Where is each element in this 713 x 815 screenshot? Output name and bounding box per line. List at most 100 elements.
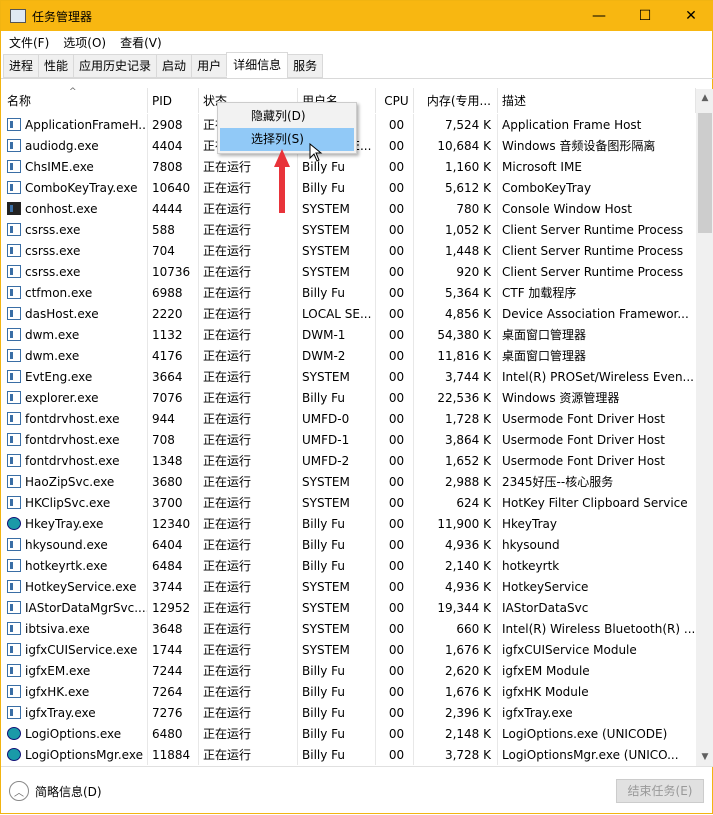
table-row[interactable]: dasHost.exe 2220 正在运行 LOCAL SE... 00 4,856 K D… [1,303,696,324]
cell-status: 正在运行 [199,618,298,639]
process-icon [7,391,21,404]
table-row[interactable]: conhost.exe 4444 正在运行 SYSTEM 00 780 K Console … [1,198,696,219]
end-task-button[interactable]: 结束任务(E) [616,779,704,803]
cell-status: 正在运行 [199,723,298,744]
table-row[interactable]: HkeyTray.exe 12340 正在运行 Billy Fu 00 11,900 K H… [1,513,696,534]
cell-text: 00 [388,369,405,384]
cell-text: 正在运行 [203,559,252,573]
tab-app-history[interactable]: 应用历史记录 [73,54,158,78]
table-row[interactable]: HotkeyService.exe 3744 正在运行 SYSTEM 00 4,936 K… [1,576,696,597]
vertical-scrollbar[interactable]: ▲ ▼ [696,89,713,766]
table-row[interactable]: LogiOptions.exe 6480 正在运行 Billy Fu 00 2,148 K… [1,723,696,744]
table-row[interactable]: fontdrvhost.exe 708 正在运行 UMFD-1 00 3,864 K Use… [1,429,696,450]
close-button[interactable]: ✕ [668,1,713,31]
cell-process-name: igfxCUIService.exe [1,639,148,660]
table-row[interactable]: LogiOptionsMgr.exe 11884 正在运行 Billy Fu 00 3,7… [1,744,696,765]
maximize-button[interactable]: ☐ [622,1,668,31]
minimize-button[interactable]: — [576,1,622,31]
cell-username: Billy Fu [298,744,376,765]
table-row[interactable]: hkysound.exe 6404 正在运行 Billy Fu 00 4,936 K hky… [1,534,696,555]
table-row[interactable]: csrss.exe 704 正在运行 SYSTEM 00 1,448 K Client Se… [1,240,696,261]
tab-details[interactable]: 详细信息 [226,52,289,77]
cell-status: 正在运行 [199,576,298,597]
cell-process-name: csrss.exe [1,219,148,240]
table-row[interactable]: hotkeyrtk.exe 6484 正在运行 Billy Fu 00 2,140 K ho… [1,555,696,576]
column-header-pid[interactable]: PID [148,88,199,113]
table-row[interactable]: EvtEng.exe 3664 正在运行 SYSTEM 00 3,744 K Intel(R… [1,366,696,387]
table-row[interactable]: csrss.exe 10736 正在运行 SYSTEM 00 920 K Client Se… [1,261,696,282]
cell-text: 1,052 K [444,222,491,237]
table-row[interactable]: igfxHK.exe 7264 正在运行 Billy Fu 00 1,676 K igfxH… [1,681,696,702]
cell-text: 2,148 K [444,726,491,741]
cell-text: Billy Fu [302,537,346,552]
cell-pid: 10640 [148,177,199,198]
table-row[interactable]: IAStorDataMgrSvc.... 12952 正在运行 SYSTEM 00 19,… [1,597,696,618]
tab-processes[interactable]: 进程 [3,54,40,78]
cell-status: 正在运行 [199,429,298,450]
table-row[interactable]: fontdrvhost.exe 1348 正在运行 UMFD-2 00 1,652 K Us… [1,450,696,471]
tab-performance[interactable]: 性能 [38,54,75,78]
context-menu: 隐藏列(D) 选择列(S) [217,102,357,154]
cell-cpu: 00 [376,282,414,303]
cell-text: 正在运行 [203,244,252,258]
cell-text: UMFD-2 [302,453,350,468]
scroll-up-icon[interactable]: ▲ [696,93,713,103]
scroll-down-icon[interactable]: ▼ [696,752,713,762]
table-row[interactable]: ibtsiva.exe 3648 正在运行 SYSTEM 00 660 K Intel(R)… [1,618,696,639]
scrollbar-thumb[interactable] [698,113,712,233]
cell-description: 2345好压--核心服务 [498,471,696,492]
table-row[interactable]: igfxCUIService.exe 1744 正在运行 SYSTEM 00 1,676 … [1,639,696,660]
menu-options[interactable]: 选项(O) [63,34,106,51]
cell-text: 00 [388,180,405,195]
table-row[interactable]: explorer.exe 7076 正在运行 Billy Fu 00 22,536 K Wi… [1,387,696,408]
menu-view[interactable]: 查看(V) [120,34,162,51]
collapse-chevron-icon[interactable]: ︿ [9,781,29,801]
cell-text: 00 [388,537,405,552]
column-header-description[interactable]: 描述 [498,88,696,113]
cell-pid: 708 [148,429,199,450]
cell-memory: 1,052 K [414,219,498,240]
table-row[interactable]: igfxEM.exe 7244 正在运行 Billy Fu 00 2,620 K igfxE… [1,660,696,681]
tab-startup[interactable]: 启动 [156,54,193,78]
column-header-name[interactable]: 名称 [1,88,148,113]
table-row[interactable]: HaoZipSvc.exe 3680 正在运行 SYSTEM 00 2,988 K 2345… [1,471,696,492]
cell-process-name: csrss.exe [1,261,148,282]
process-icon [7,496,21,509]
process-icon [7,517,21,530]
cell-text: 5,364 K [444,285,491,300]
cell-text: EvtEng.exe [25,369,93,384]
cell-text: 12952 [152,600,191,615]
cell-text: SYSTEM [302,222,350,237]
menu-file[interactable]: 文件(F) [9,34,49,51]
cell-process-name: ctfmon.exe [1,282,148,303]
cell-text: 正在运行 [203,496,252,510]
column-header-memory[interactable]: 内存(专用... [414,88,498,113]
table-row[interactable]: ctfmon.exe 6988 正在运行 Billy Fu 00 5,364 K CTF 加… [1,282,696,303]
menu-item-select-columns[interactable]: 选择列(S) [220,128,354,151]
cell-status: 正在运行 [199,534,298,555]
cell-pid: 7244 [148,660,199,681]
cell-text: 7,524 K [444,117,491,132]
cell-text: UMFD-0 [302,411,350,426]
table-row[interactable]: ChsIME.exe 7808 正在运行 Billy Fu 00 1,160 K Micro… [1,156,696,177]
cell-pid: 3680 [148,471,199,492]
cell-status: 正在运行 [199,282,298,303]
table-row[interactable]: dwm.exe 4176 正在运行 DWM-2 00 11,816 K 桌面窗口管理器 [1,345,696,366]
tab-services[interactable]: 服务 [287,54,324,78]
table-row[interactable]: dwm.exe 1132 正在运行 DWM-1 00 54,380 K 桌面窗口管理器 [1,324,696,345]
table-row[interactable]: fontdrvhost.exe 944 正在运行 UMFD-0 00 1,728 K Use… [1,408,696,429]
cell-text: 00 [388,264,405,279]
cell-text: 4,936 K [444,537,491,552]
column-header-cpu[interactable]: CPU [376,88,414,113]
table-row[interactable]: HKClipSvc.exe 3700 正在运行 SYSTEM 00 624 K HotKey… [1,492,696,513]
fewer-details-link[interactable]: 简略信息(D) [35,783,102,800]
menu-item-hide-column[interactable]: 隐藏列(D) [220,105,354,128]
tab-users[interactable]: 用户 [191,54,228,78]
cell-description: Intel(R) PROSet/Wireless Even... [498,366,696,387]
table-row[interactable]: csrss.exe 588 正在运行 SYSTEM 00 1,052 K Client Se… [1,219,696,240]
cell-cpu: 00 [376,429,414,450]
cell-cpu: 00 [376,660,414,681]
table-row[interactable]: ComboKeyTray.exe 10640 正在运行 Billy Fu 00 5,612… [1,177,696,198]
cell-text: 3664 [152,369,183,384]
table-row[interactable]: igfxTray.exe 7276 正在运行 Billy Fu 00 2,396 K igf… [1,702,696,723]
